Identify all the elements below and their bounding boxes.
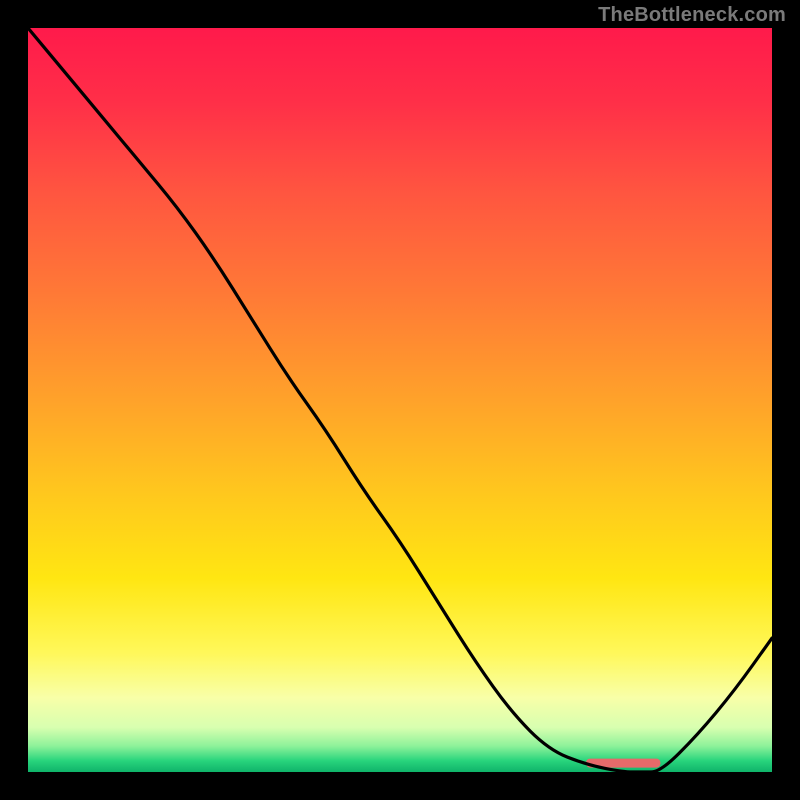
chart-svg <box>28 28 772 772</box>
chart-frame: TheBottleneck.com <box>0 0 800 800</box>
plot-area <box>28 28 772 772</box>
watermark-text: TheBottleneck.com <box>598 4 786 27</box>
gradient-background <box>28 28 772 772</box>
